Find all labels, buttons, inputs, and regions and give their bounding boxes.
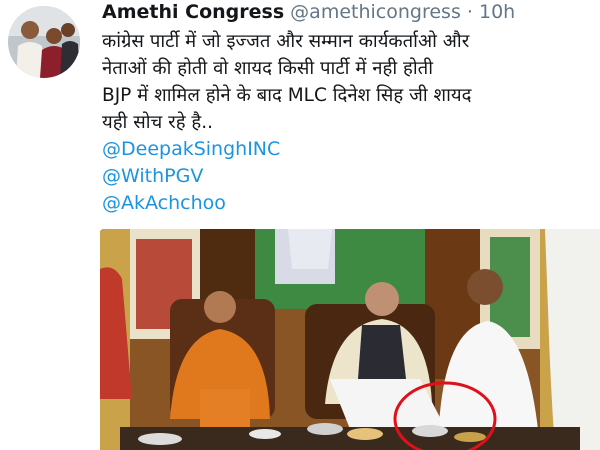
tweet-media-photo[interactable] [100, 229, 600, 450]
tweet-text-line: नेताओं की होती वो शायद किसी पार्टी में न… [102, 58, 434, 79]
mention-withpgv[interactable]: @WithPGV [102, 163, 594, 190]
tweet-text: कांग्रेस पार्टी में जो इज्जत और सम्मान क… [102, 28, 594, 136]
tweet-body: Amethi Congress @amethicongress · 10h का… [102, 0, 594, 217]
header-separator: · [466, 1, 473, 23]
mention-akachchoo[interactable]: @AkAchchoo [102, 190, 594, 217]
mentions: @DeepakSinghINC @WithPGV @AkAchchoo [102, 136, 594, 217]
photo-scene [100, 229, 600, 450]
mention-deepaksinghinc[interactable]: @DeepakSinghINC [102, 136, 594, 163]
avatar[interactable] [8, 6, 80, 78]
display-name[interactable]: Amethi Congress [102, 1, 284, 23]
avatar-photo [8, 6, 80, 78]
user-handle[interactable]: @amethicongress [290, 1, 461, 23]
timestamp[interactable]: 10h [479, 1, 515, 23]
tweet-text-line: यही सोच रहे है.. [102, 112, 214, 133]
tweet-text-line: कांग्रेस पार्टी में जो इज्जत और सम्मान क… [102, 31, 470, 52]
tweet-header: Amethi Congress @amethicongress · 10h [102, 0, 594, 24]
tweet-text-line: BJP में शामिल होने के बाद MLC दिनेश सिह … [102, 85, 472, 106]
